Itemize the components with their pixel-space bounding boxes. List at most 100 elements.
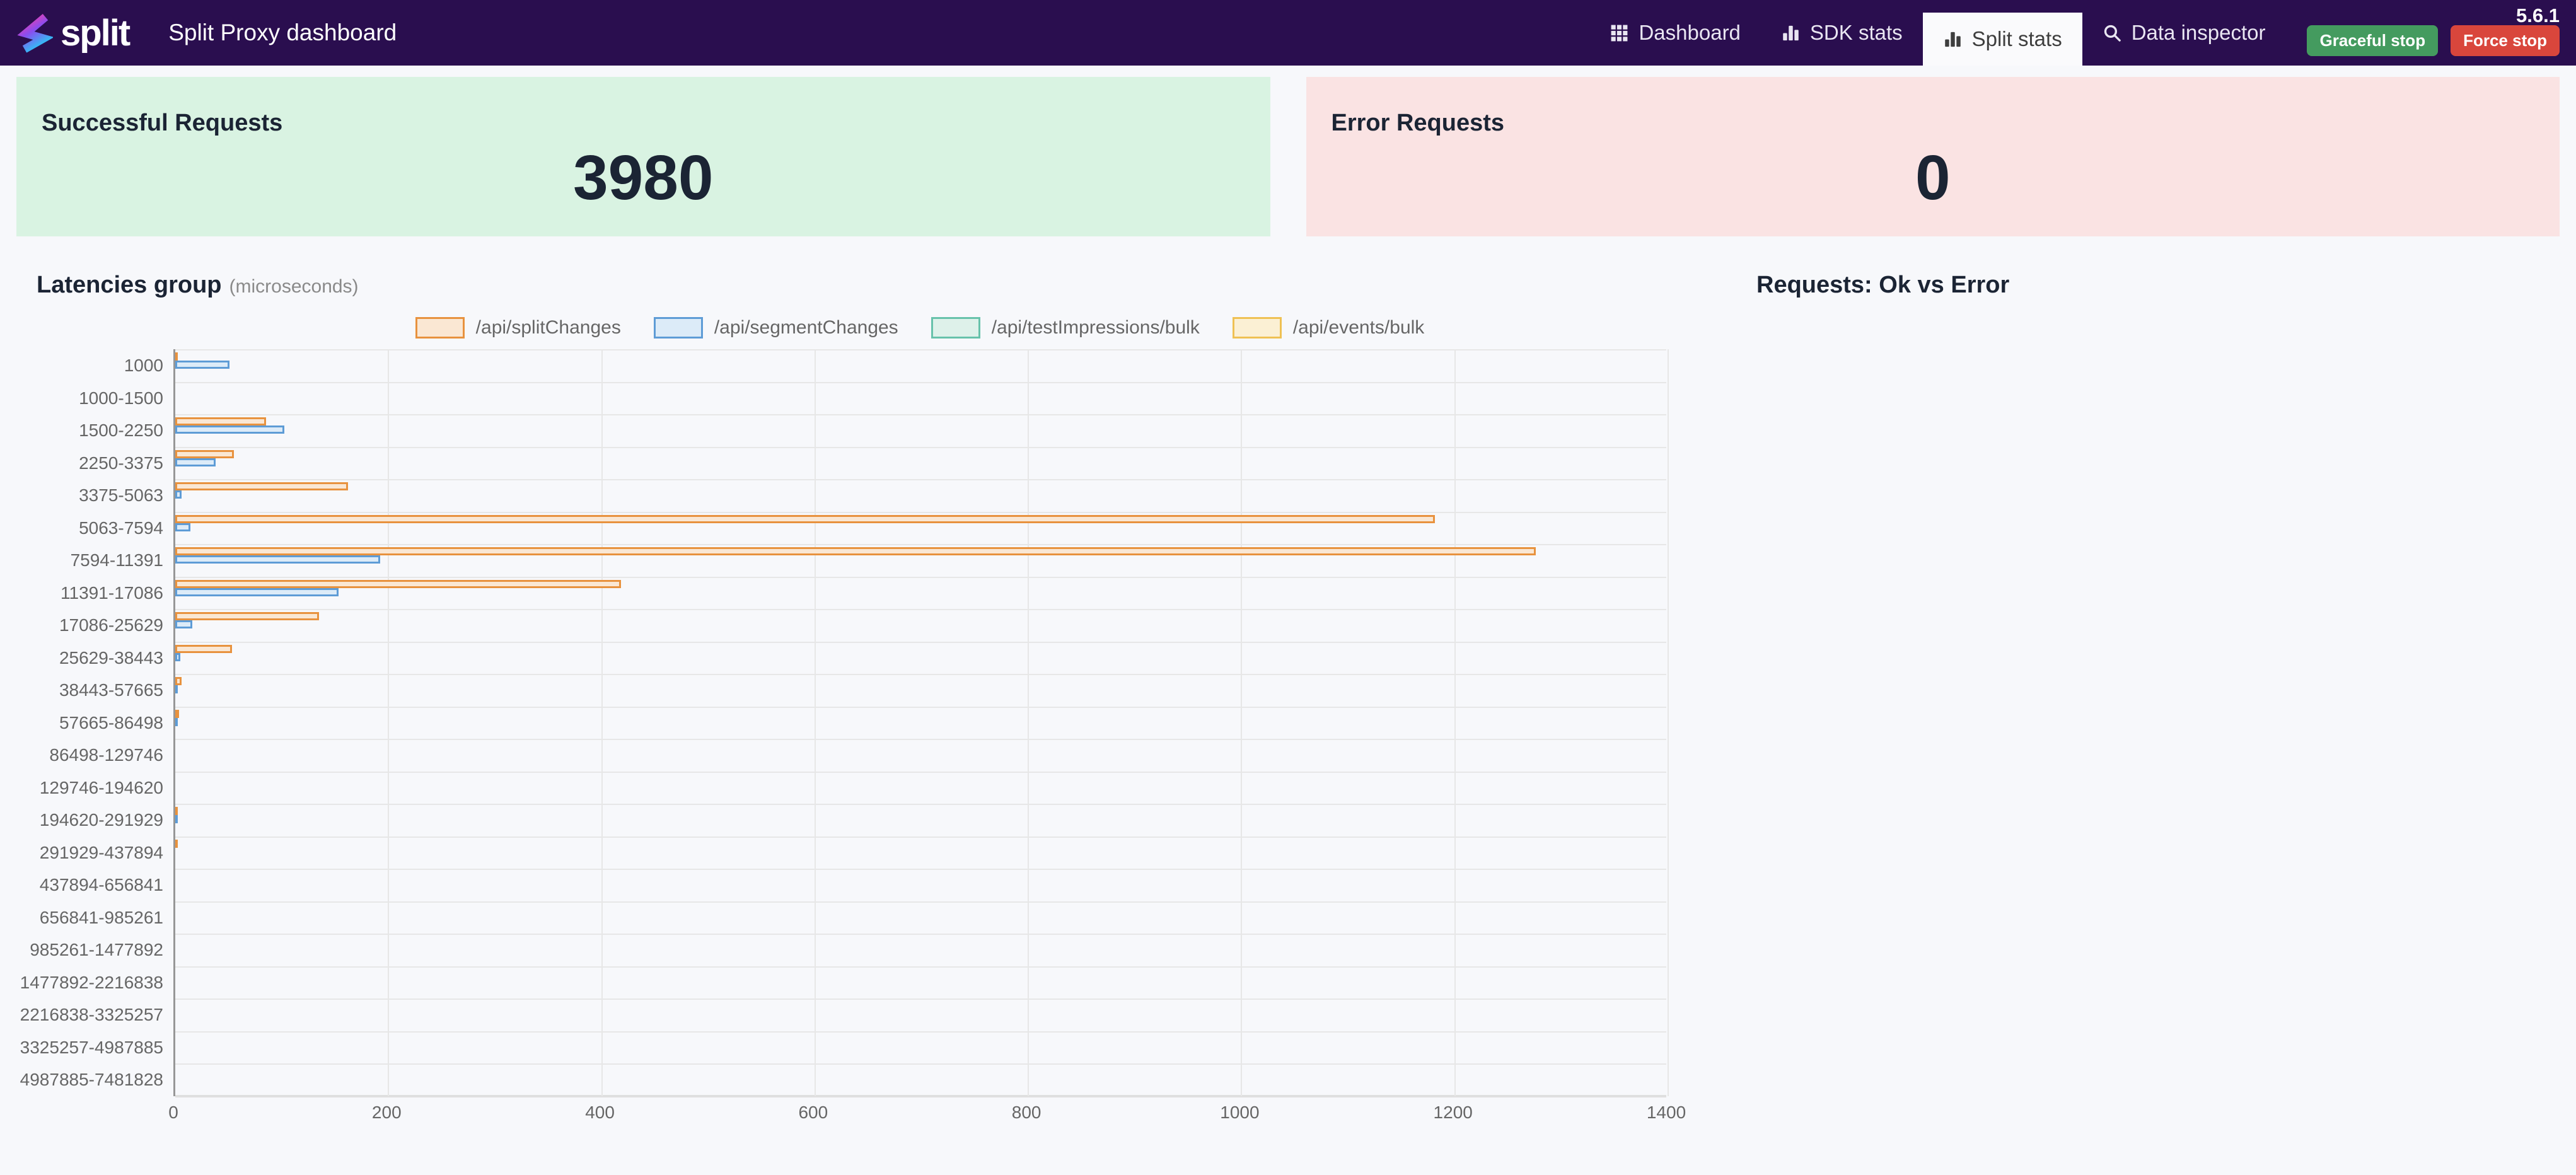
nav-item-dashboard[interactable]: Dashboard [1589,0,1760,66]
bar-api-splitchanges [175,482,348,490]
gridline-horizontal [175,511,1666,513]
gridline-horizontal [175,804,1666,805]
y-axis-label: 129746-194620 [39,777,163,797]
gridline-horizontal [175,836,1666,838]
bar-api-segmentchanges [175,555,380,564]
y-axis-label: 11391-17086 [61,582,163,603]
successful-requests-title: Successful Requests [42,110,283,136]
bar-api-splitchanges [175,547,1536,555]
x-axis-label: 200 [371,1103,402,1122]
legend-swatch [1232,317,1282,339]
y-axis-label: 3325257-4987885 [20,1037,163,1057]
y-axis-label: 2216838-3325257 [20,1005,163,1024]
y-axis-label: 5063-7594 [79,518,163,538]
x-axis-label: 0 [168,1103,178,1122]
gridline-vertical [1028,349,1030,1096]
version-label: 5.6.1 [2516,4,2560,26]
gridline-horizontal [175,349,1666,350]
y-axis-label: 2250-3375 [79,453,163,473]
y-axis-label: 3375-5063 [79,485,163,505]
gridline-horizontal [175,674,1666,675]
gridline-vertical [1241,349,1243,1096]
bar-api-segmentchanges [175,815,178,823]
latencies-chart-title: Latencies group [37,272,222,298]
y-axis-label: 985261-1477892 [30,940,163,959]
y-axis-label: 1477892-2216838 [20,972,163,992]
latencies-title-row: Latencies group (microseconds) [37,272,1693,299]
y-axis-label: 4987885-7481828 [20,1070,163,1089]
gridline-horizontal [175,771,1666,773]
legend-label: /api/segmentChanges [714,317,898,338]
bar-api-segmentchanges [175,652,181,661]
y-axis-label: 17086-25629 [59,615,163,635]
error-requests-title: Error Requests [1331,110,1505,136]
y-axis-label: 656841-985261 [39,907,163,927]
legend-item[interactable]: /api/testImpressions/bulk [931,317,1200,339]
bar-chart-icon [1944,32,1961,47]
y-axis-label: 57665-86498 [59,712,163,732]
bar-api-segmentchanges [175,523,190,531]
bar-api-segmentchanges [175,361,230,369]
bar-api-splitchanges [175,514,1435,523]
bar-api-splitchanges [175,579,622,588]
gridline-vertical [814,349,816,1096]
y-axis-label: 1000 [124,356,163,375]
y-axis-label: 38443-57665 [59,680,163,700]
latencies-chart-unit: (microseconds) [229,276,359,297]
bar-api-segmentchanges [175,685,178,693]
app-header: split Split Proxy dashboard Dashboard SD… [0,0,2576,66]
legend-label: /api/events/bulk [1292,317,1425,338]
y-axis-label: 7594-11391 [70,550,163,570]
gridline-horizontal [175,544,1666,545]
nav-item-label: SDK stats [1809,21,1903,44]
graceful-stop-button[interactable]: Graceful stop [2307,25,2439,56]
main-nav: Dashboard SDK stats Split stats Data ins… [1589,0,2285,66]
legend-item[interactable]: /api/splitChanges [415,317,621,339]
bar-api-segmentchanges [175,425,284,434]
gridline-horizontal [175,934,1666,935]
nav-item-label: Split stats [1971,27,2062,50]
requests-chart-section: Requests: Ok vs Error [1693,272,2560,1123]
latencies-chart-section: Latencies group (microseconds) /api/spli… [16,272,1693,1123]
x-axis-label: 800 [1011,1103,1041,1122]
bar-api-segmentchanges [175,717,178,726]
gridline-horizontal [175,739,1666,740]
y-axis-label: 25629-38443 [59,647,163,668]
gridline-vertical [1454,349,1456,1096]
gridline-horizontal [175,446,1666,448]
x-axis-label: 1000 [1220,1103,1260,1122]
gridline-horizontal [175,1031,1666,1033]
search-icon [2104,25,2121,42]
gridline-horizontal [175,479,1666,480]
legend-item[interactable]: /api/segmentChanges [653,317,898,339]
nav-item-data-inspector[interactable]: Data inspector [2082,0,2286,66]
gridline-horizontal [175,869,1666,870]
force-stop-button[interactable]: Force stop [2451,25,2560,56]
chart-legend: /api/splitChanges/api/segmentChanges/api… [173,315,1666,340]
legend-label: /api/testImpressions/bulk [991,317,1200,338]
y-axis-label: 194620-291929 [39,810,163,830]
bar-api-splitchanges [175,709,179,718]
bar-api-splitchanges [175,839,178,848]
bar-api-segmentchanges [175,588,339,596]
legend-label: /api/splitChanges [475,317,621,338]
nav-item-sdk-stats[interactable]: SDK stats [1761,0,1923,66]
gridline-horizontal [175,1063,1666,1065]
x-axis-label: 1400 [1646,1103,1686,1122]
gridline-horizontal [175,706,1666,708]
legend-item[interactable]: /api/events/bulk [1232,317,1425,339]
bar-api-splitchanges [175,677,182,685]
grid-icon [1611,25,1628,41]
x-axis-label: 600 [798,1103,828,1122]
nav-item-label: Dashboard [1639,21,1741,44]
bar-api-splitchanges [175,449,235,458]
nav-item-split-stats[interactable]: Split stats [1922,13,2082,66]
gridline-horizontal [175,998,1666,1000]
bar-api-segmentchanges [175,490,182,499]
y-axis-label: 86498-129746 [49,745,163,765]
latency-plot [173,349,1669,1097]
gridline-horizontal [175,609,1666,610]
x-axis-labels: 0 200 400 600 800 1000 1200 1400 [168,1096,1686,1123]
requests-chart-title: Requests: Ok vs Error [1756,272,2010,298]
gridline-horizontal [175,901,1666,903]
